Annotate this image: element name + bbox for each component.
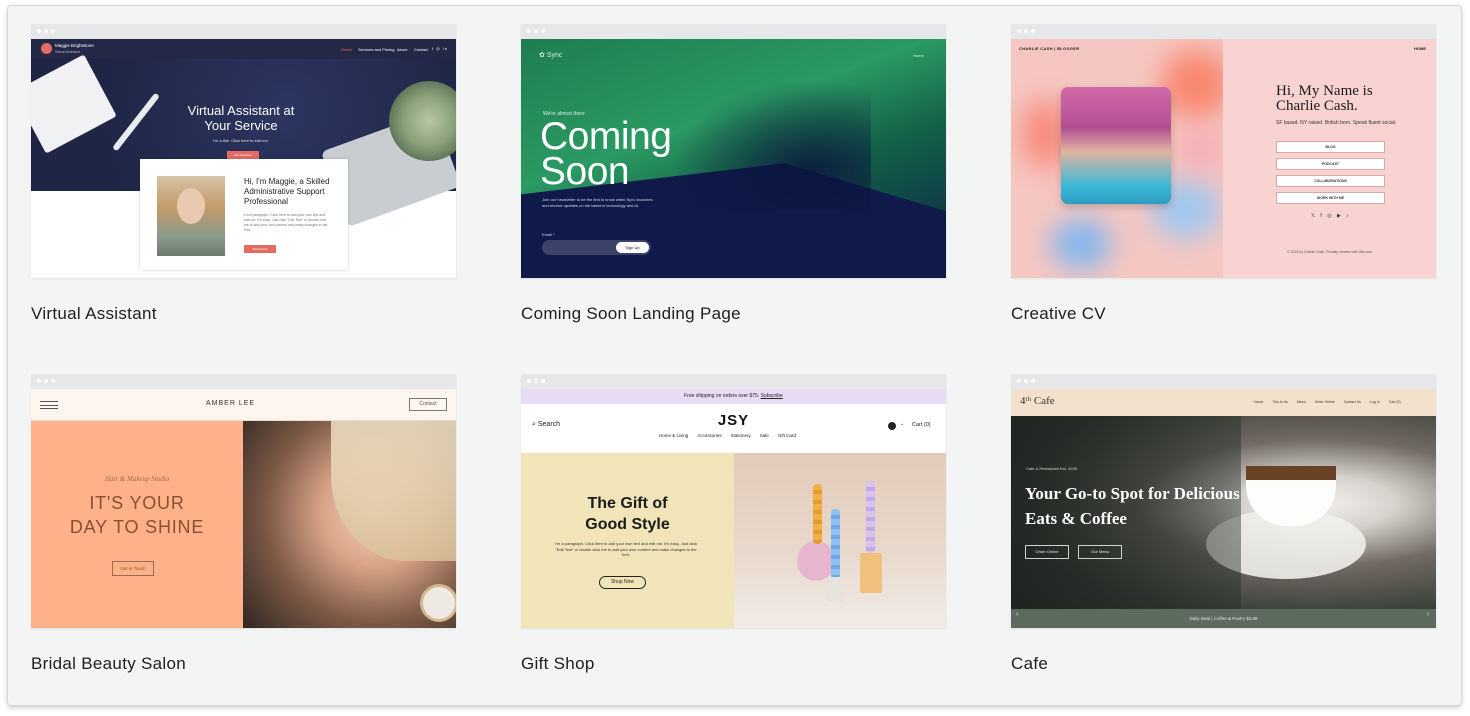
preview-contact-button: Contact — [409, 398, 447, 411]
template-thumbnail[interactable]: ✿ Sync Home We're almost there Coming Soo… — [521, 24, 946, 278]
preview-header: ⌕ Search JSY Home & Living Accessories Sta… — [521, 404, 946, 453]
preview-button-work: WORK WITH ME — [1276, 192, 1385, 204]
template-thumbnail[interactable]: 4ᵗʰ Cafe Home This Is Us Menu Order Online C… — [1011, 374, 1436, 628]
preview-promo-bar: Free shipping on orders over $75. Subscr… — [521, 389, 946, 404]
pen-image — [112, 92, 160, 152]
site-preview: Maggie Brightstone Virtual Assistant Hom… — [31, 39, 456, 278]
preview-nav: Maggie Brightstone Virtual Assistant Hom… — [31, 39, 456, 59]
preview-headline: Coming Soon — [540, 115, 672, 193]
preview-nav-about: About — [397, 47, 408, 52]
preview-menu-button: Our Menu — [1078, 545, 1122, 559]
browser-chrome — [1011, 374, 1436, 389]
browser-chrome — [521, 24, 946, 39]
preview-nav-links: Home This Is Us Menu Order Online Contact Us… — [1254, 400, 1401, 404]
preview-social-icons: 𝕏 f ◎ ▶ ♪ — [1311, 213, 1351, 219]
preview-logo: 4ᵗʰ Cafe — [1020, 395, 1055, 407]
preview-social-icons: f ◎ in — [432, 46, 448, 51]
template-title[interactable]: Virtual Assistant — [31, 304, 157, 324]
preview-intro-card: Hi, I'm Maggie, a Skilled Administrative… — [140, 159, 348, 270]
template-card-coming-soon[interactable]: ✿ Sync Home We're almost there Coming Soo… — [521, 24, 946, 323]
preview-headline: The Gift of Good Style — [585, 495, 670, 533]
preview-email-label: Email * — [542, 232, 555, 237]
preview-button-collaborations: COLLABORATIONS — [1276, 175, 1385, 187]
preview-footer: © 2023 by Charlie Cash. Proudly created … — [1287, 250, 1373, 254]
portrait-image — [1061, 87, 1171, 204]
preview-card-button: Read More — [244, 245, 276, 253]
preview-nav-home: HOME — [1414, 46, 1426, 51]
preview-nav-home: Home — [913, 53, 924, 58]
preview-logo: ✿ Sync — [539, 52, 563, 59]
preview-headline: Hi, My Name is Charlie Cash. — [1276, 83, 1373, 114]
portrait-image — [157, 176, 225, 256]
browser-chrome — [31, 24, 456, 39]
site-preview: ✿ Sync Home We're almost there Coming Soo… — [521, 39, 946, 278]
preview-brand: Maggie Brightstone — [55, 43, 94, 48]
preview-button-podcast: PODCAST — [1276, 158, 1385, 170]
template-thumbnail[interactable]: AMBER LEE Contact Hair & Makeup Studio I… — [31, 374, 456, 628]
preview-cart: Cart (0) — [912, 422, 931, 428]
preview-headline: IT'S YOUR DAY TO SHINE — [69, 493, 205, 537]
preview-card-text: I'm a paragraph. Click here to add your … — [244, 213, 328, 232]
preview-order-button: Order Online — [1025, 545, 1069, 559]
hamburger-menu-icon — [40, 401, 58, 409]
template-title[interactable]: Gift Shop — [521, 654, 595, 674]
preview-headline: Your Go-to Spot for Delicious Eats & Cof… — [1025, 484, 1240, 528]
template-title[interactable]: Creative CV — [1011, 304, 1106, 324]
template-thumbnail[interactable]: Maggie Brightstone Virtual Assistant Hom… — [31, 24, 456, 278]
preview-kicker: Cafe & Restaurant Est. 2035 — [1026, 466, 1077, 471]
template-gallery: Maggie Brightstone Virtual Assistant Hom… — [8, 6, 1461, 705]
template-card-creative-cv[interactable]: CHARLIE CASH | BLOGGER HOME Hi, My Name … — [1011, 24, 1436, 323]
browser-chrome — [31, 374, 456, 389]
preview-hero-title: Virtual Assistant at Your Service — [187, 103, 295, 133]
preview-paragraph: Join our newsletter to be the first to k… — [542, 197, 653, 208]
site-preview: 4ᵗʰ Cafe Home This Is Us Menu Order Online C… — [1011, 389, 1436, 628]
preview-nav: AMBER LEE Contact — [31, 389, 456, 421]
preview-nav-home: Home — [341, 47, 352, 52]
preview-subscribe-link: Subscribe — [760, 393, 783, 399]
site-preview: Free shipping on orders over $75. Subscr… — [521, 389, 946, 628]
template-card-cafe[interactable]: 4ᵗʰ Cafe Home This Is Us Menu Order Online C… — [1011, 374, 1436, 673]
browser-chrome — [521, 374, 946, 389]
template-title[interactable]: Bridal Beauty Salon — [31, 654, 186, 674]
site-preview: AMBER LEE Contact Hair & Makeup Studio I… — [31, 389, 456, 628]
preview-hero-button: Get Services — [227, 151, 259, 159]
preview-signup-button: Sign Up — [616, 242, 649, 253]
chevron-down-icon: ⌄ — [900, 421, 905, 427]
preview-nav-services: Services and Pricing — [358, 47, 395, 52]
preview-nav: Home & Living Accessories Stationery Sale Gi… — [659, 433, 796, 438]
notebook-image — [31, 54, 117, 154]
preview-card-title: Hi, I'm Maggie, a Skilled Administrative… — [244, 177, 330, 206]
preview-nav: 4ᵗʰ Cafe Home This Is Us Menu Order Online C… — [1011, 389, 1436, 416]
chevron-right-icon: › — [1427, 611, 1430, 618]
template-thumbnail[interactable]: Free shipping on orders over $75. Subscr… — [521, 374, 946, 628]
preview-paragraph: I'm a paragraph. Click here to add your … — [555, 541, 697, 557]
account-icon — [888, 422, 896, 430]
preview-logo: JSY — [717, 412, 750, 429]
preview-studio-label: Hair & Makeup Studio — [104, 475, 170, 483]
preview-button: Get in Touch — [112, 561, 154, 576]
earring-shape — [423, 587, 455, 619]
preview-nav-contact: Contact — [414, 47, 428, 52]
template-card-virtual-assistant[interactable]: Maggie Brightstone Virtual Assistant Hom… — [31, 24, 456, 323]
site-preview: CHARLIE CASH | BLOGGER HOME Hi, My Name … — [1011, 39, 1436, 278]
preview-sub: SF based. NY raised. British born. Speak… — [1276, 120, 1397, 126]
preview-button-blog: BLOG — [1276, 141, 1385, 153]
preview-header: CHARLIE CASH | BLOGGER — [1019, 46, 1080, 51]
browser-chrome — [1011, 24, 1436, 39]
template-title[interactable]: Cafe — [1011, 654, 1048, 674]
preview-hero-sub: I'm a title. Click here to edit me. — [213, 138, 269, 143]
preview-footer-bar: Daily Deal | Coffee & Pastry $3.99 — [1011, 609, 1436, 628]
preview-brand: AMBER LEE — [206, 400, 256, 407]
template-card-gift-shop[interactable]: Free shipping on orders over $75. Subscr… — [521, 374, 946, 673]
chevron-left-icon: ‹ — [1016, 611, 1019, 618]
template-thumbnail[interactable]: CHARLIE CASH | BLOGGER HOME Hi, My Name … — [1011, 24, 1436, 278]
preview-brand-sub: Virtual Assistant — [55, 50, 80, 54]
preview-shop-button: Shop Now — [599, 576, 646, 589]
template-title[interactable]: Coming Soon Landing Page — [521, 304, 741, 324]
template-card-bridal-beauty-salon[interactable]: AMBER LEE Contact Hair & Makeup Studio I… — [31, 374, 456, 673]
